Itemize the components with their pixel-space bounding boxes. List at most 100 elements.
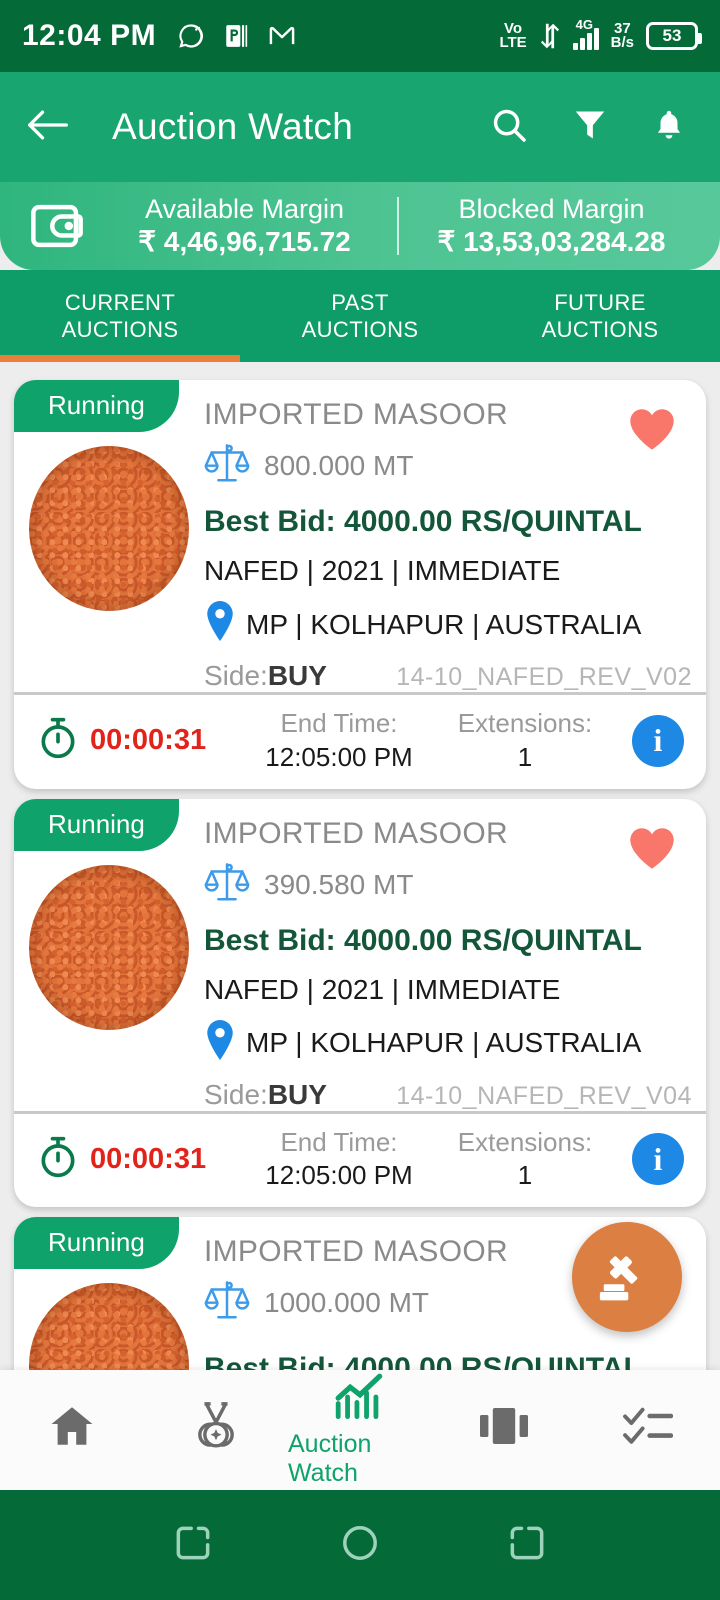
best-bid: Best Bid: 4000.00 RS/QUINTAL <box>204 923 642 957</box>
end-time-label: End Time: <box>280 708 398 738</box>
quantity-value: 390.580 MT <box>264 868 414 900</box>
status-bar-system-icons: Vo LTE 4G 37 B/s 53 <box>499 17 702 51</box>
place-bid-fab[interactable] <box>572 1222 682 1332</box>
extensions-block: Extensions: 1 <box>432 1126 618 1194</box>
powerpoint-icon <box>226 25 248 47</box>
commodity-title: IMPORTED MASOOR <box>204 398 508 431</box>
quantity-value: 1000.000 MT <box>264 1287 429 1319</box>
tab-current-auctions[interactable]: CURRENT AUCTIONS <box>0 270 240 362</box>
countdown-timer: 00:00:31 <box>36 715 246 766</box>
status-badge: Running <box>14 1217 179 1270</box>
available-margin-value: ₹ 4,46,96,715.72 <box>138 225 351 257</box>
status-bar: 12:04 PM Vo LTE 4G 37 B/s 53 <box>0 0 720 72</box>
tab-label-line1: CURRENT <box>64 289 176 315</box>
tab-label-line2: AUCTIONS <box>61 317 179 342</box>
network-speed-indicator: 37 B/s <box>610 19 634 51</box>
auction-reference: 14-10_NAFED_REV_V04 <box>396 1081 692 1110</box>
status-badge: Running <box>14 380 179 432</box>
commodity-thumbnail <box>14 813 204 1111</box>
home-circle-icon[interactable] <box>338 1521 382 1570</box>
extensions-label: Extensions: <box>457 1126 593 1157</box>
recents-icon[interactable] <box>171 1521 215 1570</box>
auction-card-footer: 00:00:31 End Time: 12:05:00 PM Extension… <box>14 692 706 789</box>
status-badge: Running <box>14 798 179 851</box>
side-row: Side: BUY 14-10_NAFED_REV_V02 <box>204 660 692 692</box>
data-transfer-icon <box>540 23 559 49</box>
nav-item-awards[interactable] <box>144 1401 288 1460</box>
commodity-title: IMPORTED MASOOR <box>204 816 508 850</box>
page-title: Auction Watch <box>112 106 354 147</box>
favorite-heart-icon[interactable] <box>626 823 678 876</box>
balance-scale-icon <box>204 1277 250 1328</box>
signal-strength-icon: 4G <box>572 17 599 50</box>
info-button[interactable]: i <box>632 1133 684 1186</box>
stopwatch-icon <box>36 1134 80 1185</box>
checklist-icon <box>623 1404 674 1453</box>
location-value: MP | KOLHAPUR | AUSTRALIA <box>246 608 642 640</box>
notification-bell-icon[interactable] <box>652 106 686 149</box>
bottom-navigation: Auction Watch <box>0 1370 720 1490</box>
quantity-value: 800.000 MT <box>264 450 414 481</box>
location-pin-icon <box>204 601 236 648</box>
auction-meta: NAFED | 2021 | IMMEDIATE <box>204 555 561 586</box>
tab-past-auctions[interactable]: PAST AUCTIONS <box>240 270 480 362</box>
phone-screen: 12:04 PM Vo LTE 4G 37 B/s 53 Auction Wat… <box>0 0 720 1600</box>
blocked-margin-block: Blocked Margin ₹ 13,53,03,284.28 <box>399 194 704 259</box>
countdown-value: 00:00:31 <box>90 1142 207 1175</box>
app-bar-actions <box>490 106 694 149</box>
medal-icon <box>192 1401 240 1456</box>
side-label: Side: <box>204 1078 268 1110</box>
auction-reference: 14-10_NAFED_REV_V02 <box>396 663 692 691</box>
volte-indicator: Vo LTE <box>499 19 527 51</box>
countdown-timer: 00:00:31 <box>36 1134 246 1185</box>
nav-label-active: Auction Watch <box>288 1429 372 1487</box>
side-value: BUY <box>267 1078 327 1110</box>
extensions-block: Extensions: 1 <box>432 707 618 775</box>
auction-tabs: CURRENT AUCTIONS PAST AUCTIONS FUTURE AU… <box>0 270 720 362</box>
info-button[interactable]: i <box>632 714 684 767</box>
favorite-heart-icon[interactable] <box>626 404 678 457</box>
back-arrow-icon[interactable] <box>26 108 70 147</box>
gavel-icon <box>596 1244 658 1311</box>
carousel-icon <box>480 1404 528 1453</box>
best-bid: Best Bid: 4000.00 RS/QUINTAL <box>204 1352 642 1370</box>
back-icon[interactable] <box>505 1521 549 1570</box>
location-row: MP | KOLHAPUR | AUSTRALIA <box>204 1019 692 1067</box>
nav-item-checklist[interactable] <box>576 1404 720 1457</box>
countdown-value: 00:00:31 <box>90 724 207 757</box>
home-icon <box>47 1402 97 1455</box>
blocked-margin-label: Blocked Margin <box>458 193 645 224</box>
auction-card-footer: 00:00:31 End Time: 12:05:00 PM Extension… <box>14 1110 706 1208</box>
tab-future-auctions[interactable]: FUTURE AUCTIONS <box>480 270 720 362</box>
auction-card[interactable]: Running IMPORTED MASOOR <box>14 798 706 1208</box>
search-icon[interactable] <box>490 106 528 149</box>
status-bar-clock: 12:04 PM <box>22 19 157 52</box>
end-time-block: End Time: 12:05:00 PM <box>246 707 432 775</box>
extensions-value: 1 <box>517 1160 533 1191</box>
filter-icon[interactable] <box>572 106 608 149</box>
tab-label-line2: AUCTIONS <box>301 317 419 342</box>
auction-list[interactable]: Running IMPORTED MASOOR 800.000 MT Best … <box>0 362 720 1370</box>
end-time-block: End Time: 12:05:00 PM <box>246 1126 432 1194</box>
nav-item-home[interactable] <box>0 1402 144 1459</box>
whatsapp-business-icon <box>179 24 204 48</box>
nav-item-auction-watch[interactable]: Auction Watch <box>288 1373 432 1488</box>
wallet-icon <box>22 200 92 252</box>
status-bar-notification-icons <box>176 22 298 50</box>
location-pin-icon <box>204 1019 236 1067</box>
active-tab-indicator <box>0 355 240 362</box>
margin-summary-bar: Available Margin ₹ 4,46,96,715.72 Blocke… <box>0 182 720 270</box>
chart-growth-icon <box>332 1373 388 1426</box>
nav-item-carousel[interactable] <box>432 1404 576 1457</box>
tab-label-line1: PAST <box>331 289 389 315</box>
best-bid: Best Bid: 4000.00 RS/QUINTAL <box>204 505 642 538</box>
system-navigation-bar <box>0 1490 720 1600</box>
location-value: MP | KOLHAPUR | AUSTRALIA <box>246 1027 642 1059</box>
auction-card[interactable]: Running IMPORTED MASOOR <box>14 380 706 789</box>
gmail-icon <box>269 26 295 45</box>
end-time-label: End Time: <box>280 1126 398 1157</box>
tab-label-line2: AUCTIONS <box>541 317 659 342</box>
balance-scale-icon <box>204 440 250 491</box>
end-time-value: 12:05:00 PM <box>265 1160 413 1191</box>
quantity-row: 800.000 MT <box>204 440 692 491</box>
